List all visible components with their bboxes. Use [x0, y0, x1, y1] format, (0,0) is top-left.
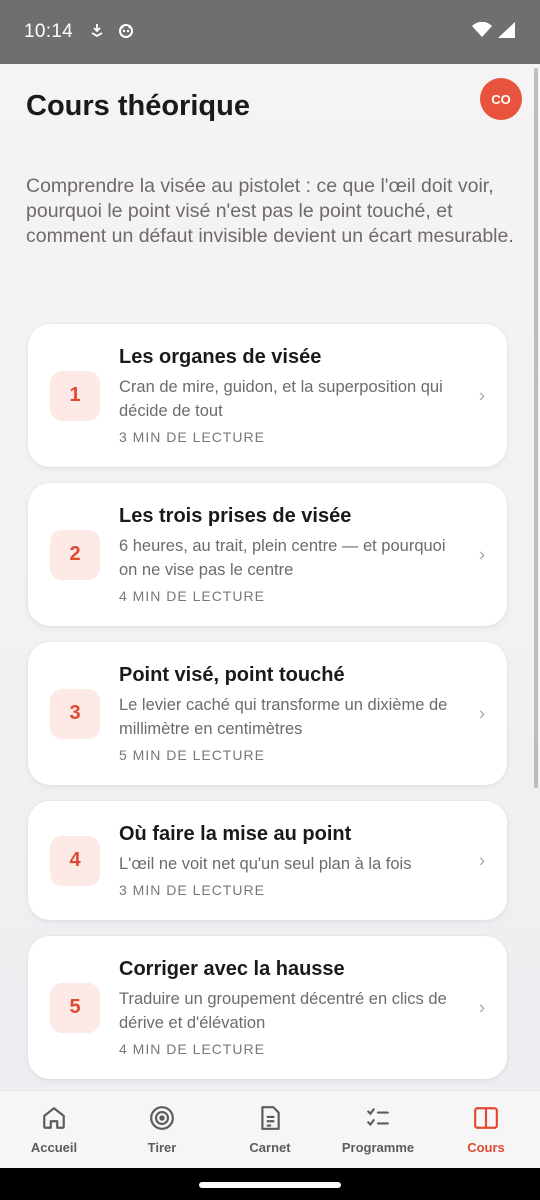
lesson-number-badge: 2: [50, 529, 100, 580]
checklist-icon: [365, 1105, 391, 1134]
lesson-number-badge: 3: [50, 688, 100, 739]
home-icon: [41, 1105, 67, 1134]
nav-label: Accueil: [30, 1139, 78, 1155]
nav-item-cours[interactable]: Cours: [432, 1091, 540, 1168]
notebook-icon: [257, 1105, 283, 1134]
chevron-right-icon: ›: [479, 703, 485, 723]
lesson-title: Corriger avec la hausse: [119, 958, 345, 980]
lesson-number-badge: 1: [50, 370, 100, 421]
chevron-right-icon: ›: [479, 544, 485, 564]
avatar[interactable]: CO: [480, 78, 522, 120]
lesson-description: 6 heures, au trait, plein centre — et po…: [119, 537, 446, 579]
chevron-right-icon: ›: [479, 385, 485, 405]
lesson-number-badge: 5: [50, 982, 100, 1033]
lesson-number-badge: 4: [50, 835, 100, 886]
lesson-title: Les trois prises de visée: [119, 505, 352, 527]
lesson-list: 1 Les organes de visée Cran de mire, gui…: [28, 324, 507, 1090]
lesson-title: Point visé, point touché: [119, 664, 345, 686]
lesson-description: Cran de mire, guidon, et la superpositio…: [119, 378, 443, 420]
chevron-right-icon: ›: [479, 997, 485, 1017]
lesson-card-5[interactable]: 5 Corriger avec la hausse Traduire un gr…: [28, 936, 507, 1079]
status-bar: 10:14: [0, 0, 540, 64]
download-status-icon: [89, 22, 105, 43]
intro-text: Comprendre la visée au pistolet : ce que…: [26, 175, 514, 247]
lesson-card-3[interactable]: 3 Point visé, point touché Le levier cac…: [28, 642, 507, 785]
lesson-reading-time: 4 MIN DE LECTURE: [119, 1041, 265, 1057]
lesson-description: L'œil ne voit net qu'un seul plan à la f…: [119, 855, 412, 873]
chevron-right-icon: ›: [479, 850, 485, 870]
app-content: Cours théorique CO Comprendre la visée a…: [0, 64, 540, 1090]
lesson-reading-time: 5 MIN DE LECTURE: [119, 747, 265, 763]
lesson-reading-time: 3 MIN DE LECTURE: [119, 429, 265, 445]
lesson-reading-time: 3 MIN DE LECTURE: [119, 882, 265, 898]
nav-label: Programme: [341, 1139, 415, 1155]
lesson-card-4[interactable]: 4 Où faire la mise au point L'œil ne voi…: [28, 801, 507, 920]
lesson-description: Traduire un groupement décentré en clics…: [119, 990, 447, 1032]
nav-item-programme[interactable]: Programme: [324, 1091, 432, 1168]
lesson-card-1[interactable]: 1 Les organes de visée Cran de mire, gui…: [28, 324, 507, 467]
lesson-title: Les organes de visée: [119, 346, 322, 368]
lesson-description: Le levier caché qui transforme un dixièm…: [119, 696, 448, 738]
page-title: Cours théorique: [26, 90, 250, 122]
signal-icon: [498, 21, 516, 43]
bottom-nav: Accueil Tirer Carnet Programme Cours: [0, 1090, 540, 1168]
wifi-icon: [472, 21, 492, 43]
app-notification-icon: [117, 21, 135, 44]
book-icon: [473, 1105, 499, 1134]
nav-item-carnet[interactable]: Carnet: [216, 1091, 324, 1168]
nav-item-tirer[interactable]: Tirer: [108, 1091, 216, 1168]
lesson-title: Où faire la mise au point: [119, 823, 352, 845]
home-gesture-bar[interactable]: [199, 1182, 341, 1188]
scrollbar[interactable]: [534, 68, 538, 788]
nav-item-accueil[interactable]: Accueil: [0, 1091, 108, 1168]
nav-label: Tirer: [147, 1139, 177, 1155]
status-time: 10:14: [24, 21, 74, 42]
lesson-card-2[interactable]: 2 Les trois prises de visée 6 heures, au…: [28, 483, 507, 626]
nav-label: Cours: [467, 1139, 505, 1155]
nav-label: Carnet: [249, 1139, 291, 1155]
target-icon: [149, 1105, 175, 1134]
lesson-reading-time: 4 MIN DE LECTURE: [119, 588, 265, 604]
